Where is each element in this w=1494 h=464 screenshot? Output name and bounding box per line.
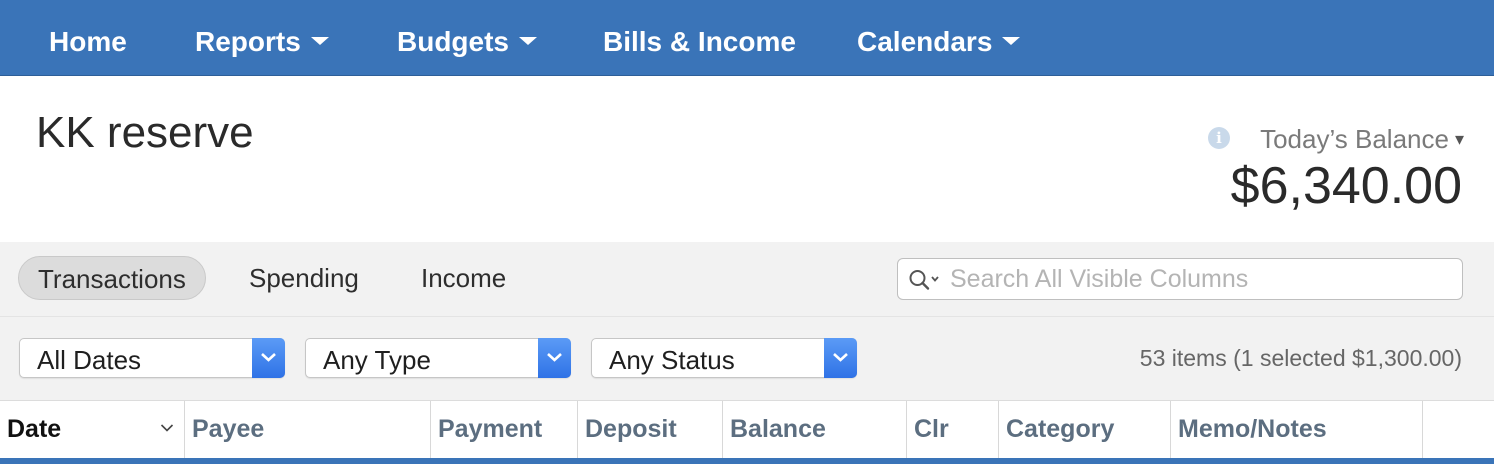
caret-down-icon xyxy=(519,36,537,45)
items-summary: 53 items (1 selected $1,300.00) xyxy=(1139,345,1462,371)
type-filter-select[interactable]: Any Type xyxy=(305,338,571,378)
nav-bills-income-label: Bills & Income xyxy=(603,26,796,57)
column-header-deposit[interactable]: Deposit xyxy=(578,401,723,459)
sort-descending-icon xyxy=(160,424,174,432)
column-header-clr[interactable]: Clr xyxy=(907,401,999,459)
triangle-down-icon: ▾ xyxy=(1454,129,1464,149)
type-filter-value: Any Type xyxy=(323,345,431,375)
search-box[interactable] xyxy=(897,258,1463,300)
balance-value: $6,340.00 xyxy=(1230,157,1462,215)
nav-budgets-label: Budgets xyxy=(397,26,509,57)
nav-calendars-label: Calendars xyxy=(857,26,993,57)
status-filter-value: Any Status xyxy=(609,345,735,375)
transactions-table-header: Date Payee Payment Deposit Balance Clr C… xyxy=(0,400,1494,459)
column-header-memo-notes[interactable]: Memo/Notes xyxy=(1171,401,1423,459)
caret-down-icon xyxy=(1002,36,1021,45)
caret-down-icon xyxy=(310,36,329,45)
status-filter-select[interactable]: Any Status xyxy=(591,338,857,378)
column-header-category[interactable]: Category xyxy=(999,401,1171,459)
nav-home-label: Home xyxy=(49,26,127,57)
dates-filter-value: All Dates xyxy=(37,345,142,375)
nav-home[interactable]: Home xyxy=(49,0,127,76)
nav-reports-label: Reports xyxy=(195,26,301,57)
info-icon[interactable]: i xyxy=(1208,127,1230,149)
search-input[interactable] xyxy=(950,259,1450,299)
nav-calendars[interactable]: Calendars xyxy=(857,0,1021,76)
tab-income[interactable]: Income xyxy=(421,256,506,300)
column-header-balance[interactable]: Balance xyxy=(723,401,907,459)
column-header-date-label: Date xyxy=(7,415,62,443)
column-header-payment[interactable]: Payment xyxy=(431,401,578,459)
nav-reports[interactable]: Reports xyxy=(195,0,329,76)
search-icon[interactable] xyxy=(908,268,942,292)
balance-label: Today’s Balance xyxy=(1260,124,1449,154)
account-title: KK reserve xyxy=(36,108,254,157)
top-nav-bar: Home Reports Budgets Bills & Income Cale… xyxy=(0,0,1494,76)
tab-spending[interactable]: Spending xyxy=(249,256,359,300)
chevron-down-icon[interactable] xyxy=(824,338,857,378)
column-header-payee[interactable]: Payee xyxy=(185,401,431,459)
tab-transactions[interactable]: Transactions xyxy=(18,256,206,300)
tab-bar: Transactions Spending Income xyxy=(0,242,1494,316)
nav-budgets[interactable]: Budgets xyxy=(397,0,537,76)
nav-bills-income[interactable]: Bills & Income xyxy=(603,0,796,76)
chevron-down-icon[interactable] xyxy=(252,338,285,378)
dates-filter-select[interactable]: All Dates xyxy=(19,338,285,378)
selected-row-strip[interactable] xyxy=(0,458,1494,464)
column-header-date[interactable]: Date xyxy=(0,401,185,459)
filter-bar: All Dates Any Type Any Status 53 items (… xyxy=(0,316,1494,400)
chevron-down-icon[interactable] xyxy=(538,338,571,378)
balance-selector[interactable]: Today’s Balance ▾ xyxy=(1260,124,1464,155)
